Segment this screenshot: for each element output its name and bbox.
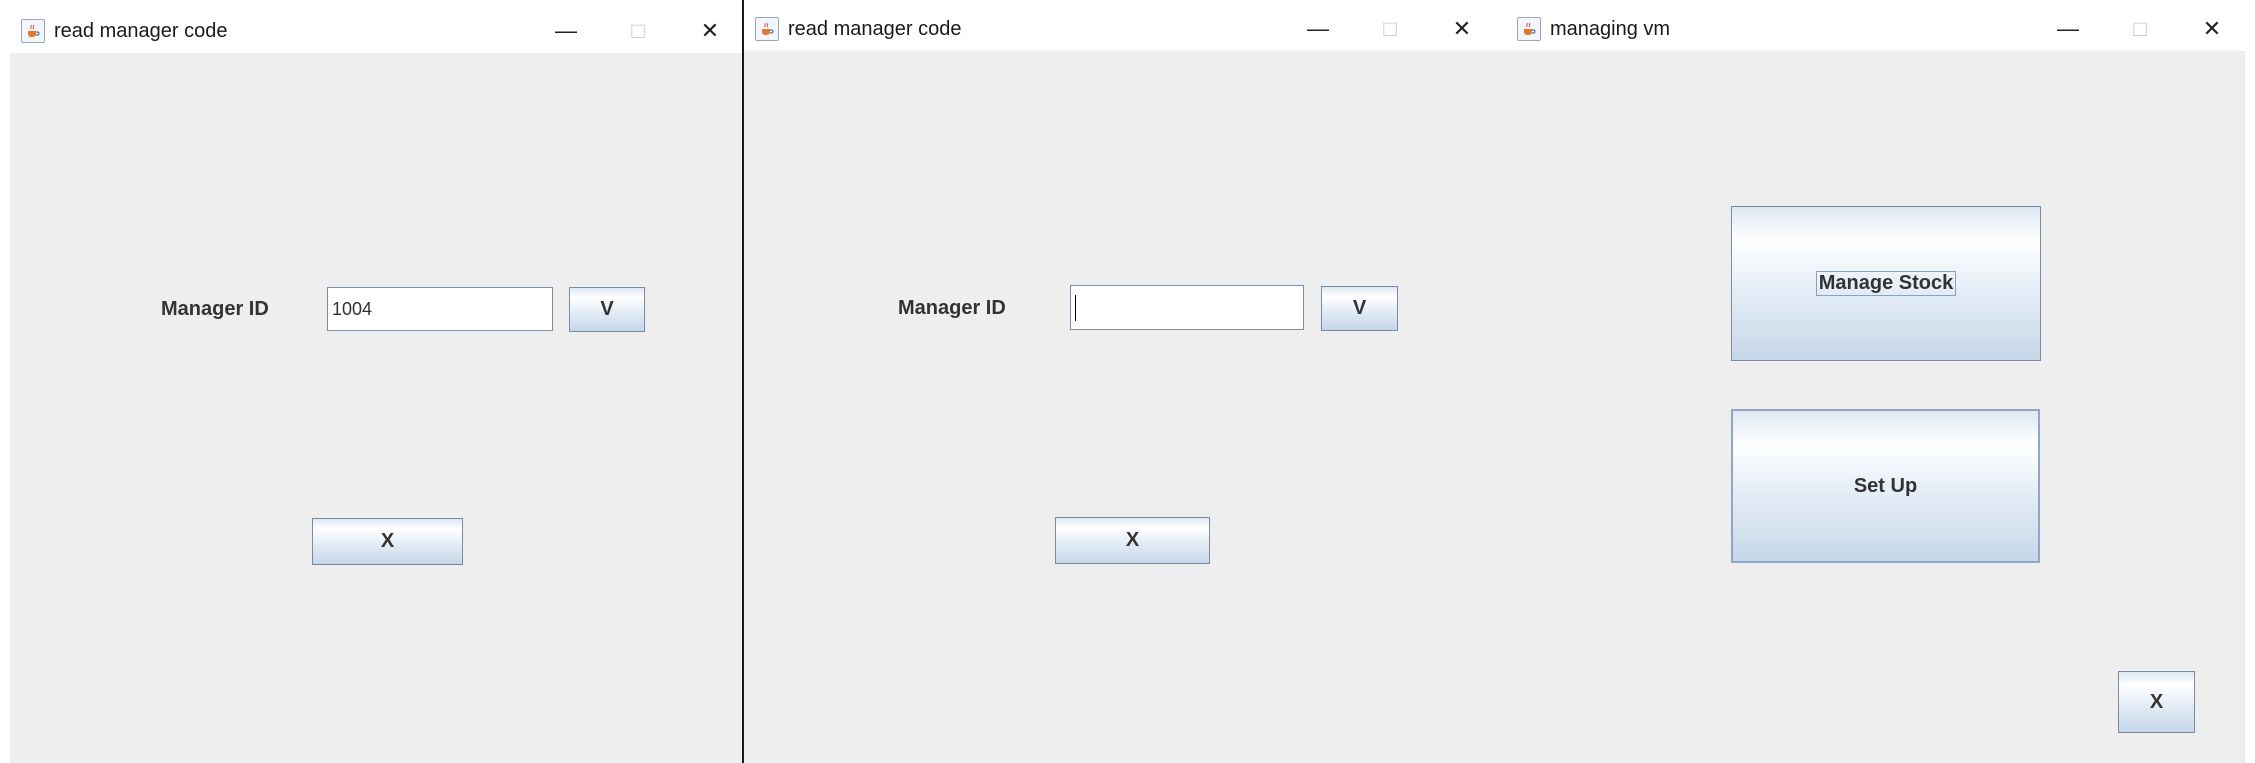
minimize-button[interactable]: —: [530, 9, 602, 53]
close-window-button[interactable]: ✕: [2176, 7, 2245, 51]
minimize-button[interactable]: —: [1282, 7, 1354, 51]
verify-button[interactable]: V: [569, 287, 645, 332]
manager-id-input[interactable]: [1070, 285, 1304, 330]
manager-id-label: Manager ID: [898, 297, 1006, 319]
set-up-label: Set Up: [1853, 474, 1918, 497]
close-x-button[interactable]: X: [312, 518, 463, 565]
manager-id-label: Manager ID: [161, 298, 269, 320]
title-bar[interactable]: read manager code — □ ✕: [10, 9, 742, 53]
close-x-button[interactable]: X: [2118, 671, 2195, 733]
title-bar[interactable]: read manager code — □ ✕: [744, 7, 1506, 51]
window-title: read manager code: [54, 19, 228, 42]
manage-stock-button[interactable]: Manage Stock: [1731, 206, 2041, 361]
maximize-button: □: [2133, 16, 2147, 41]
window-read-manager-code-2: read manager code — □ ✕ Manager ID V X: [744, 7, 1506, 763]
window-title: managing vm: [1550, 17, 1671, 40]
java-cup-icon: [21, 19, 45, 43]
verify-button[interactable]: V: [1321, 286, 1398, 331]
set-up-button[interactable]: Set Up: [1731, 409, 2040, 563]
close-window-button[interactable]: ✕: [1426, 7, 1498, 51]
window-read-manager-code-1: read manager code — □ ✕ Manager ID 1004 …: [10, 9, 742, 763]
maximize-button: □: [631, 18, 645, 43]
maximize-button: □: [1383, 16, 1397, 41]
close-x-button[interactable]: X: [1055, 517, 1210, 564]
java-cup-icon: [1517, 17, 1541, 41]
title-bar[interactable]: managing vm — □ ✕: [1506, 7, 2245, 51]
manage-stock-label: Manage Stock: [1815, 271, 1957, 296]
window-title: read manager code: [788, 17, 962, 40]
text-caret: [1075, 294, 1076, 321]
close-window-button[interactable]: ✕: [674, 9, 742, 53]
minimize-button[interactable]: —: [2032, 7, 2104, 51]
java-cup-icon: [755, 17, 779, 41]
manager-id-input[interactable]: 1004: [327, 287, 553, 331]
window-managing-vm: managing vm — □ ✕ Manage Stock Set Up X: [1506, 7, 2245, 763]
